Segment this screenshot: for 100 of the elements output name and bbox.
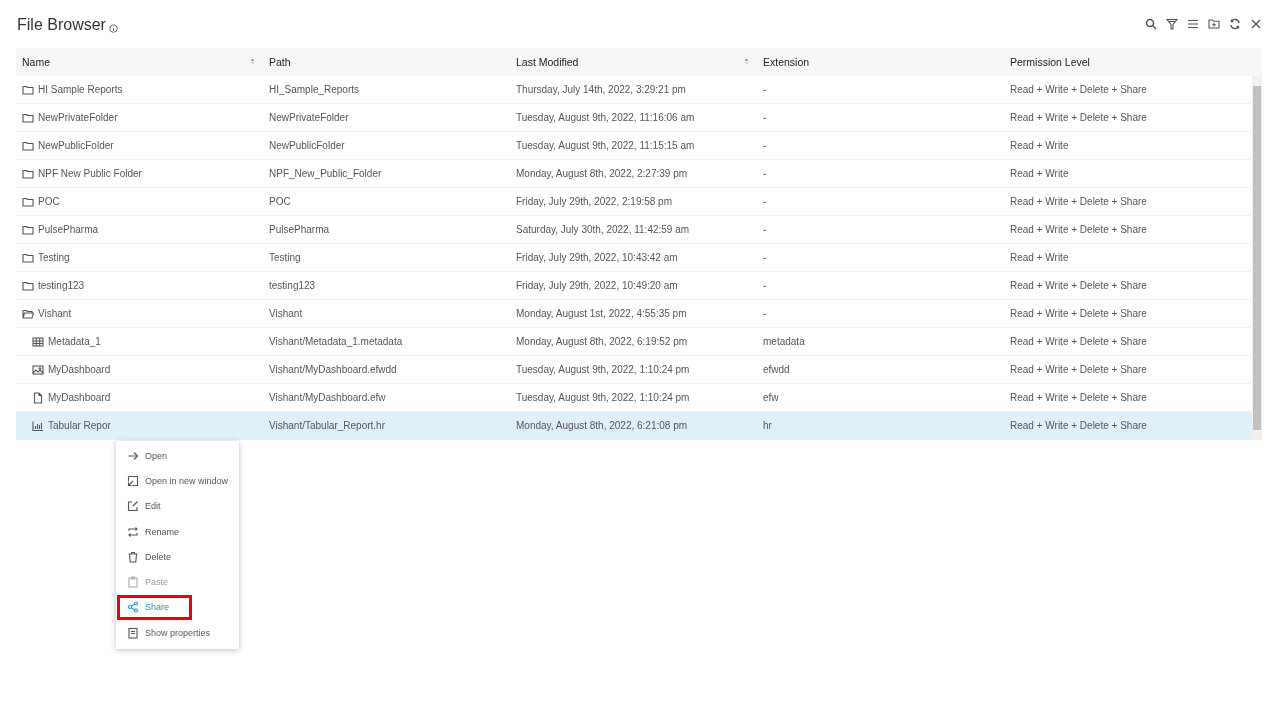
menu-item[interactable]: Edit: [116, 493, 239, 519]
file-name: testing123: [38, 280, 85, 291]
modified-date: Tuesday, August 9th, 2022, 11:16:06 am: [515, 112, 696, 123]
file-extension: -: [762, 280, 768, 291]
file-name: Tabular Repor: [48, 420, 111, 431]
file-path: Vishant/MyDashboard.efwdd: [268, 364, 398, 375]
file-icon: [32, 391, 44, 404]
folder-icon: [22, 223, 34, 236]
file-name: Metadata_1: [48, 336, 101, 347]
column-header[interactable]: Path: [263, 56, 510, 68]
grid-icon: [32, 335, 44, 348]
modified-date: Saturday, July 30th, 2022, 11:42:59 am: [515, 224, 691, 235]
trash-icon: [127, 550, 139, 563]
open-folder-icon: [22, 307, 34, 320]
menu-item[interactable]: Show properties: [116, 620, 239, 646]
share-icon: [127, 601, 139, 614]
file-row[interactable]: PulsePharma PulsePharma Saturday, July 30th, 2022, 11:42:59 am - Read + Write + Delete + Share: [16, 216, 1252, 244]
document-icon: [127, 626, 139, 639]
modified-date: Monday, August 8th, 2022, 2:27:39 pm: [515, 168, 689, 179]
file-extension: efwdd: [762, 364, 791, 375]
permission-level: Read + Write + Delete + Share: [1009, 84, 1148, 95]
file-row[interactable]: HI Sample Reports HI_Sample_Reports Thursday, July 14th, 2022, 3:29:21 pm - Read + Write + Delete + Share: [16, 76, 1252, 104]
column-header[interactable]: Extension: [757, 56, 1004, 68]
info-icon: [108, 23, 118, 33]
column-header[interactable]: Name: [16, 56, 263, 68]
folder-icon: [22, 195, 34, 208]
file-row[interactable]: NPF New Public Folder NPF_New_Public_Folder Monday, August 8th, 2022, 2:27:39 pm - Read + Write: [16, 160, 1252, 188]
file-name: NewPublicFolder: [38, 140, 114, 151]
file-path: NPF_New_Public_Folder: [268, 168, 383, 179]
file-row[interactable]: POC POC Friday, July 29th, 2022, 2:19:58 pm - Read + Write + Delete + Share: [16, 188, 1252, 216]
file-name: POC: [38, 196, 60, 207]
file-path: NewPrivateFolder: [268, 112, 350, 123]
menu-item[interactable]: Open in new window: [116, 468, 239, 494]
file-name: PulsePharma: [38, 224, 99, 235]
folder-icon: [22, 139, 34, 152]
folder-icon: [22, 279, 34, 292]
column-header[interactable]: Permission Level: [1004, 56, 1262, 68]
file-path: Testing: [268, 252, 302, 263]
folder-icon: [22, 167, 34, 180]
file-extension: -: [762, 168, 768, 179]
modified-date: Friday, July 29th, 2022, 2:19:58 pm: [515, 196, 673, 207]
column-header[interactable]: Last Modified: [510, 56, 757, 68]
permission-level: Read + Write: [1009, 140, 1070, 151]
file-row[interactable]: Vishant Vishant Monday, August 1st, 2022, 4:55:35 pm - Read + Write + Delete + Share: [16, 300, 1252, 328]
file-path: NewPublicFolder: [268, 140, 346, 151]
file-row[interactable]: Tabular Repor Vishant/Tabular_Report.hr Monday, August 8th, 2022, 6:21:08 pm hr Read + Write + Delete + Share: [16, 412, 1252, 440]
permission-level: Read + Write + Delete + Share: [1009, 196, 1148, 207]
menu-icon: [1187, 18, 1199, 30]
search-icon: [1145, 18, 1157, 30]
file-path: testing123: [268, 280, 317, 291]
scrollbar[interactable]: [1252, 76, 1262, 440]
folder-icon: [22, 251, 34, 264]
window-title: File Browser: [17, 16, 106, 34]
modified-date: Monday, August 1st, 2022, 4:55:35 pm: [515, 308, 688, 319]
file-extension: -: [762, 196, 768, 207]
file-name: Vishant: [38, 308, 72, 319]
modified-date: Monday, August 8th, 2022, 6:21:08 pm: [515, 420, 689, 431]
file-extension: -: [762, 140, 768, 151]
edit-icon: [127, 500, 139, 513]
file-row[interactable]: NewPublicFolder NewPublicFolder Tuesday, August 9th, 2022, 11:15:15 am - Read + Write: [16, 132, 1252, 160]
sort-icon: [742, 57, 751, 66]
file-path: POC: [268, 196, 292, 207]
modified-date: Monday, August 8th, 2022, 6:19:52 pm: [515, 336, 689, 347]
bar-chart-icon: [32, 419, 44, 432]
permission-level: Read + Write + Delete + Share: [1009, 392, 1148, 403]
permission-level: Read + Write + Delete + Share: [1009, 280, 1148, 291]
file-row[interactable]: MyDashboard Vishant/MyDashboard.efwdd Tuesday, August 9th, 2022, 1:10:24 pm efwdd Read + Write + Delete + Share: [16, 356, 1252, 384]
arrow-right-icon: [127, 449, 139, 462]
file-name: MyDashboard: [48, 364, 111, 375]
permission-level: Read + Write + Delete + Share: [1009, 308, 1148, 319]
file-row[interactable]: testing123 testing123 Friday, July 29th, 2022, 10:49:20 am - Read + Write + Delete + Share: [16, 272, 1252, 300]
permission-level: Read + Write: [1009, 252, 1070, 263]
modified-date: Friday, July 29th, 2022, 10:43:42 am: [515, 252, 679, 263]
file-path: PulsePharma: [268, 224, 331, 235]
menu-item[interactable]: Delete: [116, 544, 239, 570]
file-extension: -: [762, 308, 768, 319]
file-row[interactable]: NewPrivateFolder NewPrivateFolder Tuesday, August 9th, 2022, 11:16:06 am - Read + Write + Delete + Share: [16, 104, 1252, 132]
folder-plus-icon: [1208, 18, 1220, 30]
clipboard-icon: [127, 576, 139, 589]
permission-level: Read + Write + Delete + Share: [1009, 336, 1148, 347]
close-icon: [1250, 18, 1262, 30]
file-row[interactable]: Metadata_1 Vishant/Metadata_1.metadata Monday, August 8th, 2022, 6:19:52 pm metadata Read + Write + Delete + Share: [16, 328, 1252, 356]
swap-icon: [127, 525, 139, 538]
file-extension: efw: [762, 392, 780, 403]
file-path: Vishant/Metadata_1.metadata: [268, 336, 404, 347]
file-path: HI_Sample_Reports: [268, 84, 361, 95]
folder-icon: [22, 111, 34, 124]
permission-level: Read + Write: [1009, 168, 1070, 179]
permission-level: Read + Write + Delete + Share: [1009, 112, 1148, 123]
menu-item[interactable]: Share: [117, 594, 192, 621]
modified-date: Friday, July 29th, 2022, 10:49:20 am: [515, 280, 679, 291]
folder-icon: [22, 83, 34, 96]
image-icon: [32, 363, 44, 376]
modified-date: Tuesday, August 9th, 2022, 1:10:24 pm: [515, 392, 691, 403]
file-row[interactable]: Testing Testing Friday, July 29th, 2022, 10:43:42 am - Read + Write: [16, 244, 1252, 272]
file-extension: -: [762, 224, 768, 235]
file-path: Vishant/MyDashboard.efw: [268, 392, 387, 403]
menu-item[interactable]: Open: [116, 443, 239, 469]
menu-item[interactable]: Rename: [116, 518, 239, 545]
permission-level: Read + Write + Delete + Share: [1009, 364, 1148, 375]
